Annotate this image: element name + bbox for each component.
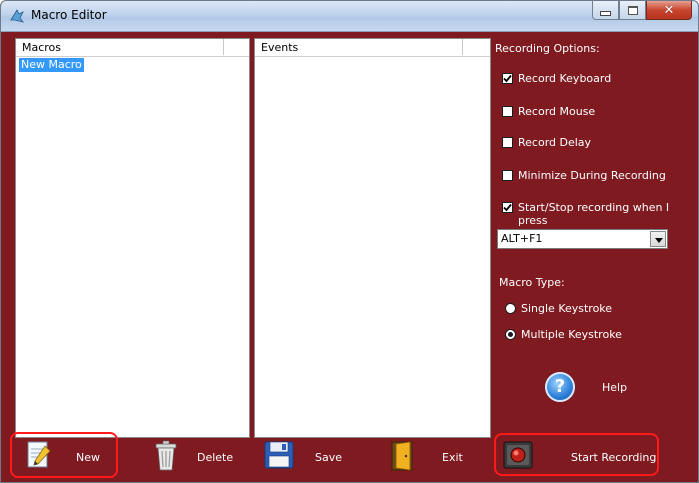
macros-list-header: Macros [16, 39, 249, 57]
client-area: Macros New Macro Events Recording Option… [8, 32, 692, 478]
single-keystroke-radio[interactable] [505, 303, 516, 314]
close-icon: ✕ [663, 2, 675, 18]
macro-editor-window: Macro Editor ✕ Macros New Macro Events R… [0, 0, 699, 483]
help-icon[interactable]: ? [545, 372, 575, 402]
record-keyboard-label[interactable]: Record Keyboard [518, 72, 611, 85]
record-delay-label[interactable]: Record Delay [518, 136, 591, 149]
hotkey-select-value: ALT+F1 [501, 232, 543, 245]
exit-button-label[interactable]: Exit [442, 451, 463, 464]
multiple-keystroke-radio[interactable] [505, 329, 516, 340]
save-button-label[interactable]: Save [315, 451, 342, 464]
title-bar[interactable]: Macro Editor ✕ [1, 1, 698, 32]
delete-button-label[interactable]: Delete [197, 451, 233, 464]
trash-icon[interactable] [153, 440, 179, 472]
window-controls: ✕ [592, 1, 692, 21]
save-disk-icon[interactable] [264, 441, 294, 469]
multiple-keystroke-label[interactable]: Multiple Keystroke [521, 328, 622, 341]
minimize-during-recording-label[interactable]: Minimize During Recording [518, 169, 666, 182]
radio-selected-dot [508, 332, 513, 337]
minimize-icon [600, 10, 611, 16]
minimize-button[interactable] [592, 1, 619, 20]
record-mouse-label[interactable]: Record Mouse [518, 105, 595, 118]
help-label[interactable]: Help [602, 381, 627, 394]
hotkey-select[interactable]: ALT+F1 [497, 229, 668, 249]
record-icon[interactable] [503, 441, 533, 469]
close-button[interactable]: ✕ [646, 1, 692, 20]
record-delay-checkbox[interactable] [502, 137, 513, 148]
events-column-header[interactable]: Events [261, 41, 298, 54]
recording-options-heading: Recording Options: [495, 42, 600, 55]
events-list-header: Events [255, 39, 490, 57]
exit-door-icon[interactable] [390, 440, 416, 472]
maximize-icon [627, 5, 638, 15]
macros-list[interactable]: Macros New Macro [15, 38, 250, 438]
checkmark-icon [503, 74, 512, 83]
record-mouse-checkbox[interactable] [502, 106, 513, 117]
maximize-button[interactable] [619, 1, 646, 20]
window-title: Macro Editor [31, 8, 107, 22]
new-document-icon[interactable] [25, 440, 53, 470]
events-list[interactable]: Events [254, 38, 491, 438]
macros-column-header[interactable]: Macros [22, 41, 61, 54]
list-item[interactable]: New Macro [19, 58, 84, 72]
start-stop-hotkey-checkbox[interactable] [502, 202, 513, 213]
record-keyboard-checkbox[interactable] [502, 73, 513, 84]
app-icon [10, 9, 24, 23]
column-separator[interactable] [462, 39, 463, 55]
macro-type-heading: Macro Type: [499, 276, 565, 289]
column-separator[interactable] [223, 39, 224, 55]
start-stop-hotkey-label[interactable]: Start/Stop recording when I press [518, 201, 692, 227]
new-button-label[interactable]: New [76, 451, 100, 464]
minimize-during-recording-checkbox[interactable] [502, 170, 513, 181]
checkmark-icon [503, 203, 512, 212]
start-recording-button-label[interactable]: Start Recording [571, 451, 656, 464]
chevron-down-icon[interactable] [650, 231, 666, 247]
single-keystroke-label[interactable]: Single Keystroke [521, 302, 612, 315]
